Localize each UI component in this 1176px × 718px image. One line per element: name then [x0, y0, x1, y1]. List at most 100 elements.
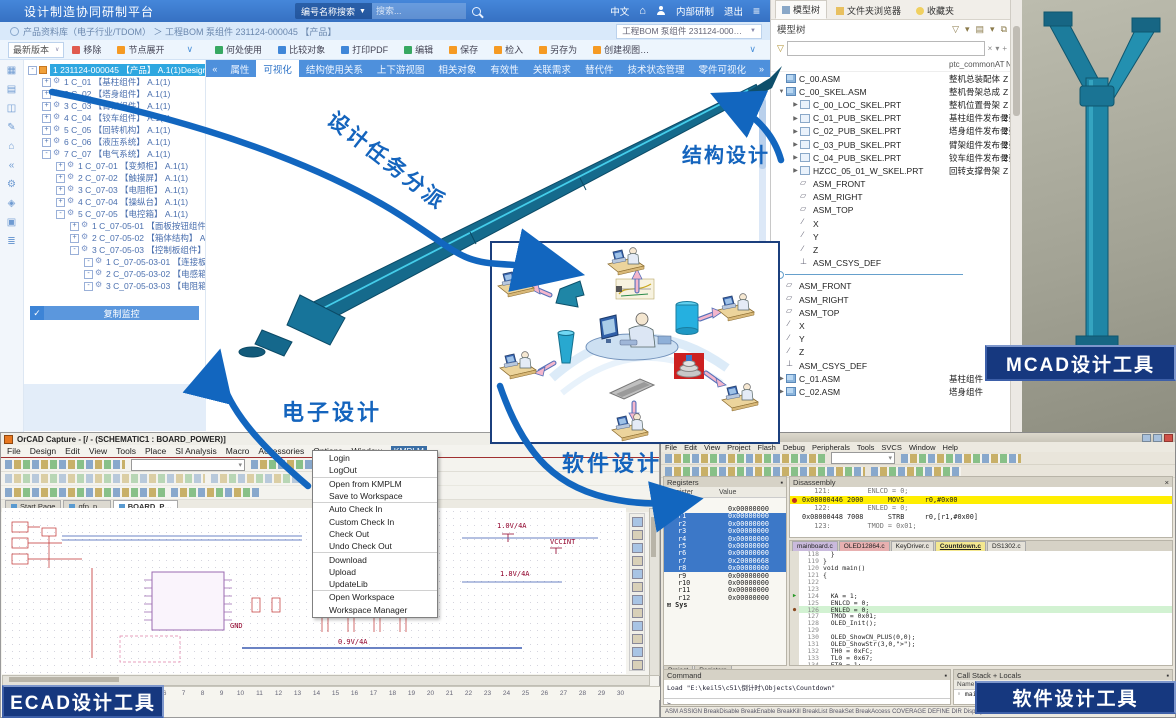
pin-icon[interactable]: ▪: [944, 671, 947, 680]
tree-node[interactable]: - 1 C_07-05-03-01 【连接板】 A.1(1): [24, 256, 205, 268]
tree-node[interactable]: - 7 C_07 【电气系统】 A.1(1): [24, 148, 205, 160]
window-controls[interactable]: [1142, 434, 1173, 442]
toolbar-button[interactable]: 何处使用: [207, 43, 270, 56]
expand-toggle-icon[interactable]: +: [56, 198, 65, 207]
toolbar-button[interactable]: 编辑: [396, 43, 441, 56]
dropdown-menu-item[interactable]: Check Out: [313, 528, 437, 540]
rail-icon[interactable]: ▤: [7, 85, 16, 95]
tree-node[interactable]: - 3 C_07-05-03-03 【电阻箱】 A.1(18): [24, 280, 205, 292]
tree-node[interactable]: + 1 C_07-01 【变频柜】 A.1(1): [24, 160, 205, 172]
tool-icon[interactable]: ⧉: [1001, 24, 1007, 35]
column-header[interactable]: ptc_common_nam: [949, 60, 995, 69]
home-icon[interactable]: ⌂: [639, 5, 646, 17]
model-tree-node[interactable]: ▶ C_03_PUB_SKEL.PRT 臂架组件发布骨架 Z: [771, 138, 1033, 151]
value-combo[interactable]: ▾: [131, 459, 245, 471]
expand-arrow-icon[interactable]: ▶: [791, 128, 800, 135]
code-lines[interactable]: 118 } 119 } 120 void main(): [790, 551, 1172, 666]
expand-toggle-icon[interactable]: -: [56, 210, 65, 219]
chevron-down-icon[interactable]: ▾: [995, 44, 999, 53]
chevron-down-icon[interactable]: ∨: [186, 44, 193, 55]
model-tree-node[interactable]: ASM_RIGHT: [771, 191, 1033, 204]
model-tree-node[interactable]: ASM_FRONT: [771, 280, 1019, 293]
dropdown-menu-item[interactable]: Auto Check In: [313, 502, 437, 515]
plm-tab[interactable]: 相关对象: [431, 60, 483, 77]
toolbar-button[interactable]: 比较对象: [270, 43, 333, 56]
menu-item[interactable]: View: [89, 446, 107, 456]
menu-item[interactable]: Tools: [116, 446, 136, 456]
tree-node[interactable]: - 2 C_07-05-03-02 【电感箱】 A.1(10): [24, 268, 205, 280]
model-tree-node[interactable]: ▶ C_01.ASM 基柱组件: [771, 372, 1019, 385]
menu-item[interactable]: Edit: [65, 446, 80, 456]
expand-arrow-icon[interactable]: ▶: [791, 115, 800, 122]
vertical-scrollbar[interactable]: [649, 508, 660, 676]
tree-node[interactable]: + 3 C_03 【臂架组件】 A.1(1): [24, 100, 205, 112]
dropdown-menu-item[interactable]: Login: [313, 452, 437, 464]
tree-node[interactable]: + 1 C_01 【基柱组件】 A.1(1): [24, 76, 205, 88]
expand-toggle-icon[interactable]: +: [42, 138, 51, 147]
search-icon[interactable]: [472, 7, 481, 16]
column-header[interactable]: Value: [719, 489, 786, 496]
dropdown-menu-item[interactable]: Workspace Manager: [313, 604, 437, 616]
pin-icon[interactable]: ▪: [1166, 671, 1169, 680]
rail-icon[interactable]: ⌂: [8, 142, 14, 152]
dropdown-menu-item[interactable]: Undo Check Out: [313, 540, 437, 552]
tree-node[interactable]: + 4 C_07-04 【操纵台】 A.1(1): [24, 196, 205, 208]
tree-node[interactable]: + 4 C_04 【铰车组件】 A.1(1): [24, 112, 205, 124]
expand-toggle-icon[interactable]: +: [56, 162, 65, 171]
user-icon[interactable]: [656, 6, 666, 16]
toolbar-button[interactable]: 另存为: [531, 43, 585, 56]
menu-item[interactable]: Place: [145, 446, 166, 456]
rail-icon[interactable]: ✎: [7, 123, 15, 133]
search-input[interactable]: [372, 3, 466, 19]
tree-node[interactable]: + 2 C_07-02 【触摸屏】 A.1(1): [24, 172, 205, 184]
checkbox-checked[interactable]: ✓: [30, 306, 44, 320]
left-icon-rail[interactable]: ▦▤◫✎⌂«⚙◈▣≣: [0, 60, 24, 432]
toolbar-button[interactable]: 创建视图…: [585, 43, 657, 56]
tool-icon[interactable]: ▾: [965, 24, 970, 35]
logout-button[interactable]: 退出: [724, 4, 743, 18]
menu-item[interactable]: Macro: [226, 446, 250, 456]
editor-tab[interactable]: DS1302.c: [987, 541, 1026, 551]
dropdown-menu-item[interactable]: Upload: [313, 566, 437, 578]
mcad-tab[interactable]: 收藏夹: [910, 2, 960, 19]
menu-item[interactable]: Accessories: [258, 446, 304, 456]
menu-item[interactable]: SI Analysis: [175, 446, 217, 456]
model-tree-node[interactable]: ▶ HZCC_05_01_W_SKEL.PRT 回转支撑骨架 Z: [771, 164, 1033, 177]
chevron-down-icon[interactable]: ∨: [749, 44, 756, 55]
command-input-line[interactable]: >: [664, 698, 950, 705]
dropdown-menu-item[interactable]: Save to Workspace: [313, 490, 437, 502]
model-tree-node[interactable]: Y: [771, 230, 1033, 243]
expand-toggle-icon[interactable]: -: [42, 150, 51, 159]
plm-tab[interactable]: 零件可视化: [691, 60, 753, 77]
tool-icon[interactable]: ▽: [952, 24, 959, 35]
schematic-tool-palette[interactable]: [629, 513, 645, 671]
clear-icon[interactable]: ×: [988, 44, 993, 53]
tool-icon[interactable]: ▤: [976, 24, 985, 35]
search-scope-dropdown[interactable]: 编号名称搜索▼: [295, 3, 372, 19]
dropdown-menu-item[interactable]: Open from KMPLM: [313, 477, 437, 490]
expand-toggle-icon[interactable]: +: [42, 114, 51, 123]
toolbar-button[interactable]: 打印PDF: [333, 43, 396, 56]
plm-tab[interactable]: 替代件: [578, 60, 621, 77]
rail-icon[interactable]: ▦: [7, 66, 16, 76]
tree-node[interactable]: + 3 C_07-03 【电阻柜】 A.1(1): [24, 184, 205, 196]
close-icon[interactable]: ×: [1165, 478, 1169, 487]
global-search[interactable]: 编号名称搜索▼: [295, 3, 489, 19]
menu-item[interactable]: Help: [943, 443, 958, 452]
insert-indicator[interactable]: [771, 270, 1013, 280]
dropdown-menu-item[interactable]: Custom Check In: [313, 515, 437, 527]
target-combo[interactable]: ▾: [831, 452, 895, 464]
menu-icon[interactable]: ≡: [753, 4, 760, 18]
model-tree-node[interactable]: C_00.ASM 整机总装配体 Z: [771, 72, 1019, 85]
dropdown-menu-item[interactable]: Download: [313, 552, 437, 565]
menu-item[interactable]: File: [7, 446, 21, 456]
model-tree-node[interactable]: ▶ C_02.ASM 塔身组件: [771, 385, 1019, 398]
model-tree-node[interactable]: ASM_TOP: [771, 306, 1019, 319]
tree-node[interactable]: + 5 C_05 【回转机构】 A.1(1): [24, 124, 205, 136]
menu-item[interactable]: Tools: [857, 443, 875, 452]
tree-toolbar-icons[interactable]: ▽▾▤▾⧉: [952, 24, 1007, 35]
tree-node[interactable]: + 6 C_06 【液压系统】 A.1(1): [24, 136, 205, 148]
model-tree-node[interactable]: Z: [771, 243, 1033, 256]
model-tree-node[interactable]: ASM_TOP: [771, 204, 1033, 217]
rail-icon[interactable]: ◈: [8, 199, 16, 209]
